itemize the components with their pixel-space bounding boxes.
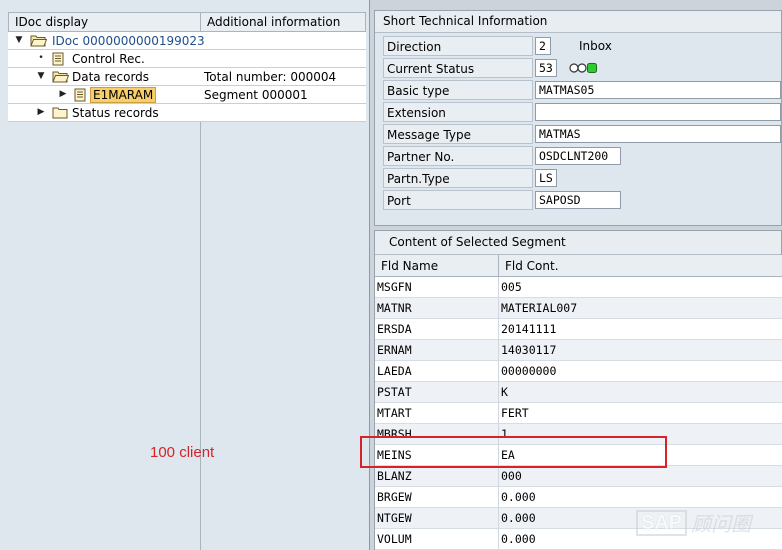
- field-content-cell: FERT: [501, 406, 529, 420]
- field-label: Basic type: [383, 80, 533, 100]
- field-name-cell: LAEDA: [375, 361, 499, 382]
- leaf-bullet-icon: •: [38, 53, 44, 63]
- column-header-field-content[interactable]: Fld Cont.: [499, 255, 782, 277]
- tree-header: IDoc display Additional information: [8, 12, 366, 32]
- extension-value[interactable]: [535, 103, 781, 121]
- table-row[interactable]: BLANZ 000: [375, 466, 782, 487]
- field-label: Current Status: [383, 58, 533, 78]
- field-content-cell: 00000000: [501, 364, 557, 378]
- segment-content-panel: Content of Selected Segment Fld Name Fld…: [374, 230, 782, 550]
- selected-segment-label: E1MARAM: [90, 87, 157, 103]
- tree-node-label: Status records: [72, 106, 159, 120]
- tree-body: ▼ IDoc 0000000000199023 • Control Rec. ▼…: [8, 32, 366, 550]
- table-row[interactable]: ERSDA 20141111: [375, 319, 782, 340]
- column-header-field-name[interactable]: Fld Name: [375, 255, 499, 277]
- field-name-cell: VOLUM: [375, 529, 499, 550]
- message-type-value[interactable]: MATMAS: [535, 125, 781, 143]
- tree-node-idoc[interactable]: ▼ IDoc 0000000000199023: [8, 32, 366, 50]
- expand-down-icon[interactable]: ▼: [14, 35, 24, 45]
- current-status-value[interactable]: 53: [535, 59, 557, 77]
- field-content-cell: 005: [501, 280, 522, 294]
- annotation-text: 100 client: [150, 444, 215, 461]
- table-row[interactable]: MTART FERT: [375, 403, 782, 424]
- tree-node-e1maram[interactable]: ▶ E1MARAM Segment 000001: [8, 86, 366, 104]
- document-icon: [52, 52, 64, 69]
- expand-down-icon[interactable]: ▼: [36, 71, 46, 81]
- field-content-cell: EA: [501, 448, 515, 462]
- table-row[interactable]: PSTAT K: [375, 382, 782, 403]
- expand-right-icon[interactable]: ▶: [58, 89, 68, 99]
- expand-right-icon[interactable]: ▶: [36, 107, 46, 117]
- open-folder-icon: [30, 34, 48, 50]
- tree-node-status-records[interactable]: ▶ Status records: [8, 104, 366, 122]
- table-row[interactable]: ERNAM 14030117: [375, 340, 782, 361]
- idoc-tree-panel: IDoc display Additional information ▼ ID…: [0, 0, 370, 550]
- table-row[interactable]: MATNR MATERIAL007: [375, 298, 782, 319]
- field-name-cell: PSTAT: [375, 382, 499, 403]
- field-content-cell: MATERIAL007: [501, 301, 578, 315]
- table-row[interactable]: MBRSH 1: [375, 424, 782, 445]
- table-row[interactable]: MSGFN 005: [375, 277, 782, 298]
- tree-node-label: IDoc 0000000000199023: [52, 34, 205, 48]
- field-label: Partn.Type: [383, 168, 533, 188]
- field-name-cell: NTGEW: [375, 508, 499, 529]
- short-technical-info-panel: Short Technical Information Direction 2 …: [374, 10, 782, 226]
- tree-node-data-records[interactable]: ▼ Data records Total number: 000004: [8, 68, 366, 86]
- tree-node-label: Data records: [72, 70, 150, 84]
- field-content-cell: 000: [501, 469, 522, 483]
- tree-node-info: Total number: 000004: [204, 70, 337, 84]
- status-traffic-light-icon: [569, 61, 601, 81]
- field-content-cell: 20141111: [501, 322, 557, 336]
- tree-node-control-rec[interactable]: • Control Rec.: [8, 50, 366, 68]
- watermark-brand: SAP: [636, 509, 688, 536]
- partner-no-value[interactable]: OSDCLNT200: [535, 147, 621, 165]
- direction-text: Inbox: [579, 39, 612, 53]
- port-value[interactable]: SAPOSD: [535, 191, 621, 209]
- direction-value[interactable]: 2: [535, 37, 551, 55]
- tree-node-info: Segment 000001: [204, 88, 308, 102]
- field-label: Partner No.: [383, 146, 533, 166]
- tree-node-label-selected: E1MARAM: [90, 86, 157, 104]
- tree-column-header-idoc-display[interactable]: IDoc display: [9, 13, 201, 31]
- field-name-cell: MBRSH: [375, 424, 499, 445]
- basic-type-value[interactable]: MATMAS05: [535, 81, 781, 99]
- table-row[interactable]: BRGEW 0.000: [375, 487, 782, 508]
- watermark-text: 顾问圈: [691, 512, 752, 536]
- field-label: Direction: [383, 36, 533, 56]
- document-icon: [74, 88, 86, 105]
- field-content-cell: 14030117: [501, 343, 557, 357]
- partner-type-value[interactable]: LS: [535, 169, 557, 187]
- segment-table-header: Fld Name Fld Cont.: [375, 255, 782, 277]
- folder-icon: [52, 106, 69, 122]
- table-row[interactable]: MEINS EA: [375, 445, 782, 466]
- field-name-cell: ERSDA: [375, 319, 499, 340]
- field-content-cell: 0.000: [501, 490, 536, 504]
- field-name-cell: MATNR: [375, 298, 499, 319]
- field-name-cell: MSGFN: [375, 277, 499, 298]
- field-label: Extension: [383, 102, 533, 122]
- field-name-cell: BLANZ: [375, 466, 499, 487]
- field-content-cell: K: [501, 385, 508, 399]
- open-folder-icon: [52, 70, 70, 86]
- field-content-cell: 1: [501, 427, 508, 441]
- field-name-cell: BRGEW: [375, 487, 499, 508]
- panel-title: Short Technical Information: [375, 11, 781, 33]
- field-name-cell: ERNAM: [375, 340, 499, 361]
- field-label: Port: [383, 190, 533, 210]
- watermark-logo: SAP 顾问圈: [636, 508, 751, 537]
- field-name-cell: MTART: [375, 403, 499, 424]
- table-row[interactable]: LAEDA 00000000: [375, 361, 782, 382]
- field-name-cell: MEINS: [375, 445, 499, 466]
- field-label: Message Type: [383, 124, 533, 144]
- panel-title: Content of Selected Segment: [375, 231, 781, 255]
- tree-column-header-additional-info[interactable]: Additional information: [201, 13, 365, 31]
- tree-node-label: Control Rec.: [72, 52, 145, 66]
